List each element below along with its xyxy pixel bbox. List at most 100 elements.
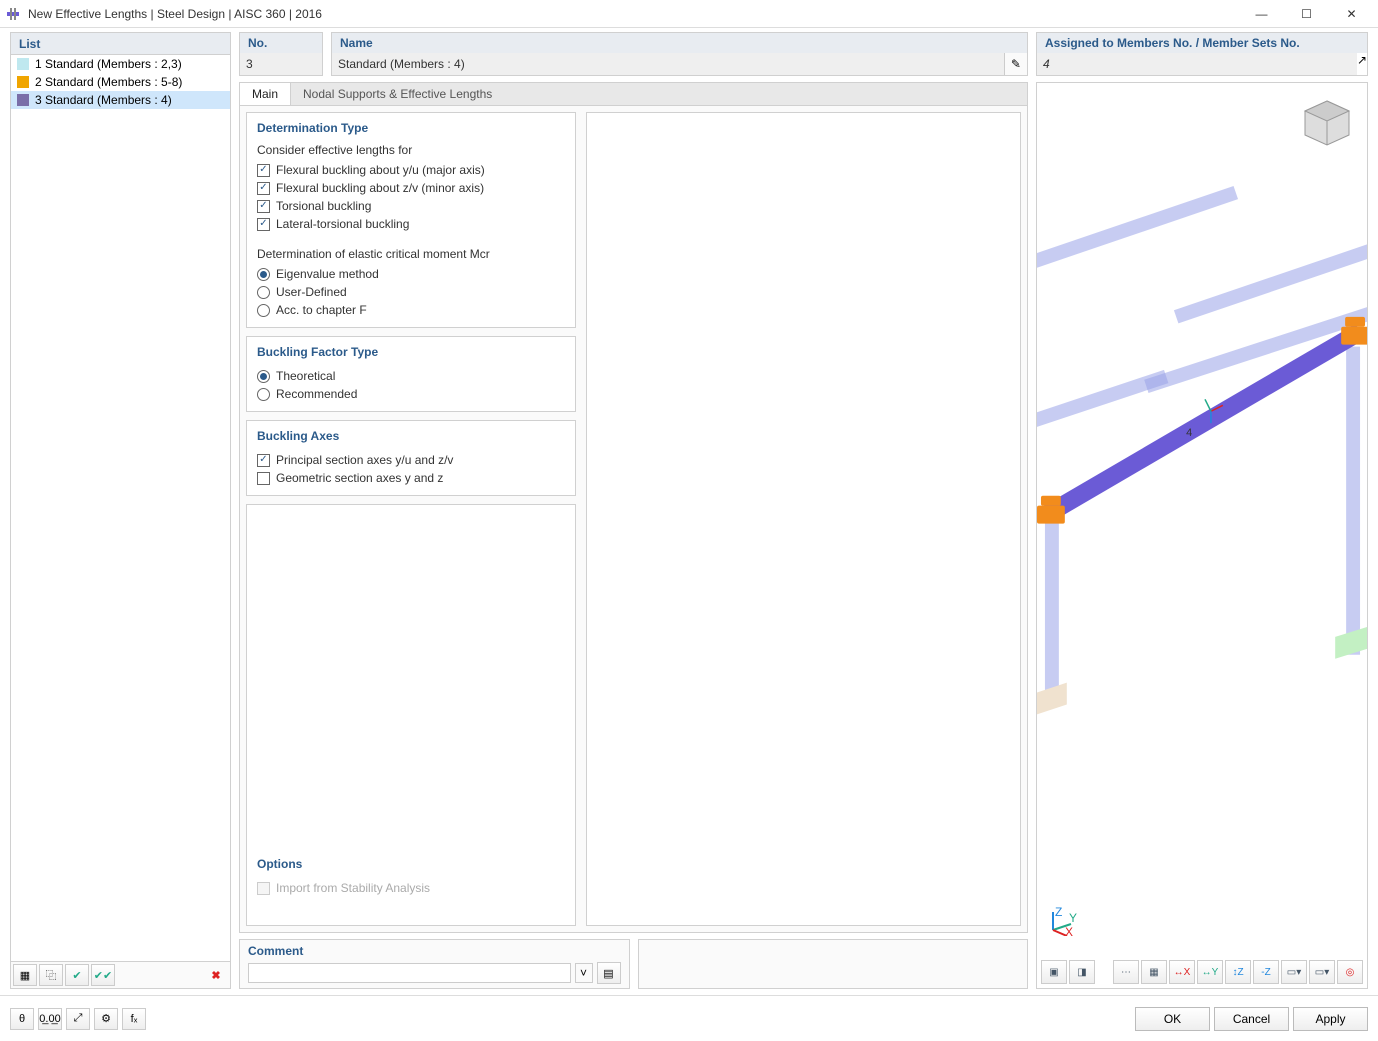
radio-recommended[interactable]: Recommended bbox=[257, 385, 565, 403]
checkbox-icon bbox=[257, 454, 270, 467]
radio-label: Recommended bbox=[276, 387, 357, 401]
name-field-block: Name ✎ bbox=[331, 32, 1028, 76]
precision-button[interactable]: 0̲.0̲0 bbox=[38, 1008, 62, 1030]
box-a-button[interactable]: ▭▾ bbox=[1281, 960, 1307, 984]
check-button[interactable]: ✔ bbox=[65, 964, 89, 986]
radio-user-defined[interactable]: User-Defined bbox=[257, 283, 565, 301]
delete-item-button[interactable]: ✖ bbox=[204, 964, 228, 986]
arrow-neg-z-button[interactable]: -Z bbox=[1253, 960, 1279, 984]
cancel-button[interactable]: Cancel bbox=[1214, 1007, 1289, 1031]
consider-label: Consider effective lengths for bbox=[257, 143, 565, 157]
arrow-x-button[interactable]: ↔X bbox=[1169, 960, 1195, 984]
window-controls: — ☐ ✕ bbox=[1239, 0, 1374, 28]
checkbox-icon bbox=[257, 164, 270, 177]
member-label: 4 bbox=[1186, 427, 1192, 439]
settings-button[interactable]: ⚙ bbox=[94, 1008, 118, 1030]
list-item[interactable]: 2 Standard (Members : 5-8) bbox=[11, 73, 230, 91]
view-cube-icon[interactable] bbox=[1299, 95, 1355, 151]
close-button[interactable]: ✕ bbox=[1329, 0, 1374, 28]
list-item-label: 1 Standard (Members : 2,3) bbox=[35, 57, 182, 71]
theta-button[interactable]: θ bbox=[10, 1008, 34, 1030]
pick-button[interactable]: ⤢ bbox=[66, 1008, 90, 1030]
comment-dropdown-icon[interactable]: ˅ bbox=[575, 963, 593, 983]
minimize-button[interactable]: — bbox=[1239, 0, 1284, 28]
radio-label: Eigenvalue method bbox=[276, 267, 379, 281]
determination-type-group: Determination Type Consider effective le… bbox=[246, 112, 576, 328]
grid-icon-button[interactable]: ▦ bbox=[1141, 960, 1167, 984]
arrow-y-button[interactable]: ↔Y bbox=[1197, 960, 1223, 984]
comment-box: Comment ˅ ▤ bbox=[239, 939, 630, 989]
radio-icon bbox=[257, 286, 270, 299]
checkbox-icon bbox=[257, 218, 270, 231]
buckling-axes-title: Buckling Axes bbox=[257, 429, 565, 443]
buckling-factor-title: Buckling Factor Type bbox=[257, 345, 565, 359]
radio-theoretical[interactable]: Theoretical bbox=[257, 367, 565, 385]
check-lateral-torsional[interactable]: Lateral-torsional buckling bbox=[257, 215, 565, 233]
list-toolbar: ▦ ⿻ ✔ ✔✔ ✖ bbox=[11, 961, 230, 988]
footer: θ 0̲.0̲0 ⤢ ⚙ fₓ OK Cancel Apply bbox=[0, 995, 1378, 1041]
ok-button[interactable]: OK bbox=[1135, 1007, 1210, 1031]
comment-title: Comment bbox=[248, 944, 621, 958]
apply-button[interactable]: Apply bbox=[1293, 1007, 1368, 1031]
svg-text:Z: Z bbox=[1055, 906, 1062, 919]
target-button[interactable]: ◎ bbox=[1337, 960, 1363, 984]
check-flexural-y[interactable]: Flexural buckling about y/u (major axis) bbox=[257, 161, 565, 179]
check-label: Flexural buckling about y/u (major axis) bbox=[276, 163, 485, 177]
view-mode-b-button[interactable]: ◨ bbox=[1069, 960, 1095, 984]
check-principal-axes[interactable]: Principal section axes y/u and z/v bbox=[257, 451, 565, 469]
tab-nodal-supports[interactable]: Nodal Supports & Effective Lengths bbox=[291, 83, 504, 105]
options-group: Options Import from Stability Analysis bbox=[246, 504, 576, 926]
svg-text:Y: Y bbox=[1069, 911, 1077, 925]
list-swatch-icon bbox=[17, 94, 29, 106]
checkbox-icon bbox=[257, 472, 270, 485]
list-item-label: 3 Standard (Members : 4) bbox=[35, 93, 172, 107]
check-geometric-axes[interactable]: Geometric section axes y and z bbox=[257, 469, 565, 487]
box-b-button[interactable]: ▭▾ bbox=[1309, 960, 1335, 984]
list-body: 1 Standard (Members : 2,3) 2 Standard (Me… bbox=[11, 55, 230, 961]
determination-type-title: Determination Type bbox=[257, 121, 565, 135]
maximize-button[interactable]: ☐ bbox=[1284, 0, 1329, 28]
checkbox-icon bbox=[257, 182, 270, 195]
radio-icon bbox=[257, 304, 270, 317]
title-bar: New Effective Lengths | Steel Design | A… bbox=[0, 0, 1378, 28]
comment-input[interactable] bbox=[248, 963, 571, 983]
comment-edit-button[interactable]: ▤ bbox=[597, 962, 621, 984]
tab-area: Main Nodal Supports & Effective Lengths … bbox=[239, 82, 1028, 933]
arrow-z-button[interactable]: ↕Z bbox=[1225, 960, 1251, 984]
list-item[interactable]: 3 Standard (Members : 4) bbox=[11, 91, 230, 109]
check-flexural-z[interactable]: Flexural buckling about z/v (minor axis) bbox=[257, 179, 565, 197]
model-drawing: 4 bbox=[1037, 83, 1367, 988]
radio-label: Acc. to chapter F bbox=[276, 303, 367, 317]
radio-eigenvalue[interactable]: Eigenvalue method bbox=[257, 265, 565, 283]
checkbox-icon bbox=[257, 200, 270, 213]
list-item-label: 2 Standard (Members : 5-8) bbox=[35, 75, 182, 89]
new-item-button[interactable]: ▦ bbox=[13, 964, 37, 986]
fx-button[interactable]: fₓ bbox=[122, 1008, 146, 1030]
form-column-spacer bbox=[586, 112, 1021, 926]
no-input[interactable] bbox=[240, 53, 322, 75]
center-panel: No. Name ✎ Main Nodal Supports & Effecti… bbox=[239, 32, 1028, 989]
assigned-field-block: Assigned to Members No. / Member Sets No… bbox=[1036, 32, 1368, 76]
tab-main[interactable]: Main bbox=[240, 83, 291, 105]
assigned-input[interactable] bbox=[1037, 53, 1357, 75]
view-mode-a-button[interactable]: ▣ bbox=[1041, 960, 1067, 984]
assigned-pick-icon[interactable]: ↗ bbox=[1357, 53, 1367, 75]
name-edit-icon[interactable]: ✎ bbox=[1004, 53, 1027, 75]
dots-icon-button[interactable]: ⋯ bbox=[1113, 960, 1139, 984]
options-title: Options bbox=[257, 857, 565, 871]
viewport-toolbar: ▣ ◨ ⋯ ▦ ↔X ↔Y ↕Z -Z ▭▾ ▭▾ ◎ bbox=[1041, 960, 1363, 984]
mcr-label: Determination of elastic critical moment… bbox=[257, 247, 565, 261]
check-all-button[interactable]: ✔✔ bbox=[91, 964, 115, 986]
check-torsional[interactable]: Torsional buckling bbox=[257, 197, 565, 215]
comment-side-box bbox=[638, 939, 1029, 989]
copy-item-button[interactable]: ⿻ bbox=[39, 964, 63, 986]
list-swatch-icon bbox=[17, 58, 29, 70]
model-viewport[interactable]: 4 Z Y bbox=[1036, 82, 1368, 989]
radio-chapter-f[interactable]: Acc. to chapter F bbox=[257, 301, 565, 319]
name-input[interactable] bbox=[332, 53, 1004, 75]
assigned-label: Assigned to Members No. / Member Sets No… bbox=[1037, 33, 1367, 53]
check-label: Flexural buckling about z/v (minor axis) bbox=[276, 181, 484, 195]
list-item[interactable]: 1 Standard (Members : 2,3) bbox=[11, 55, 230, 73]
check-label: Import from Stability Analysis bbox=[276, 881, 430, 895]
name-label: Name bbox=[332, 33, 1027, 53]
